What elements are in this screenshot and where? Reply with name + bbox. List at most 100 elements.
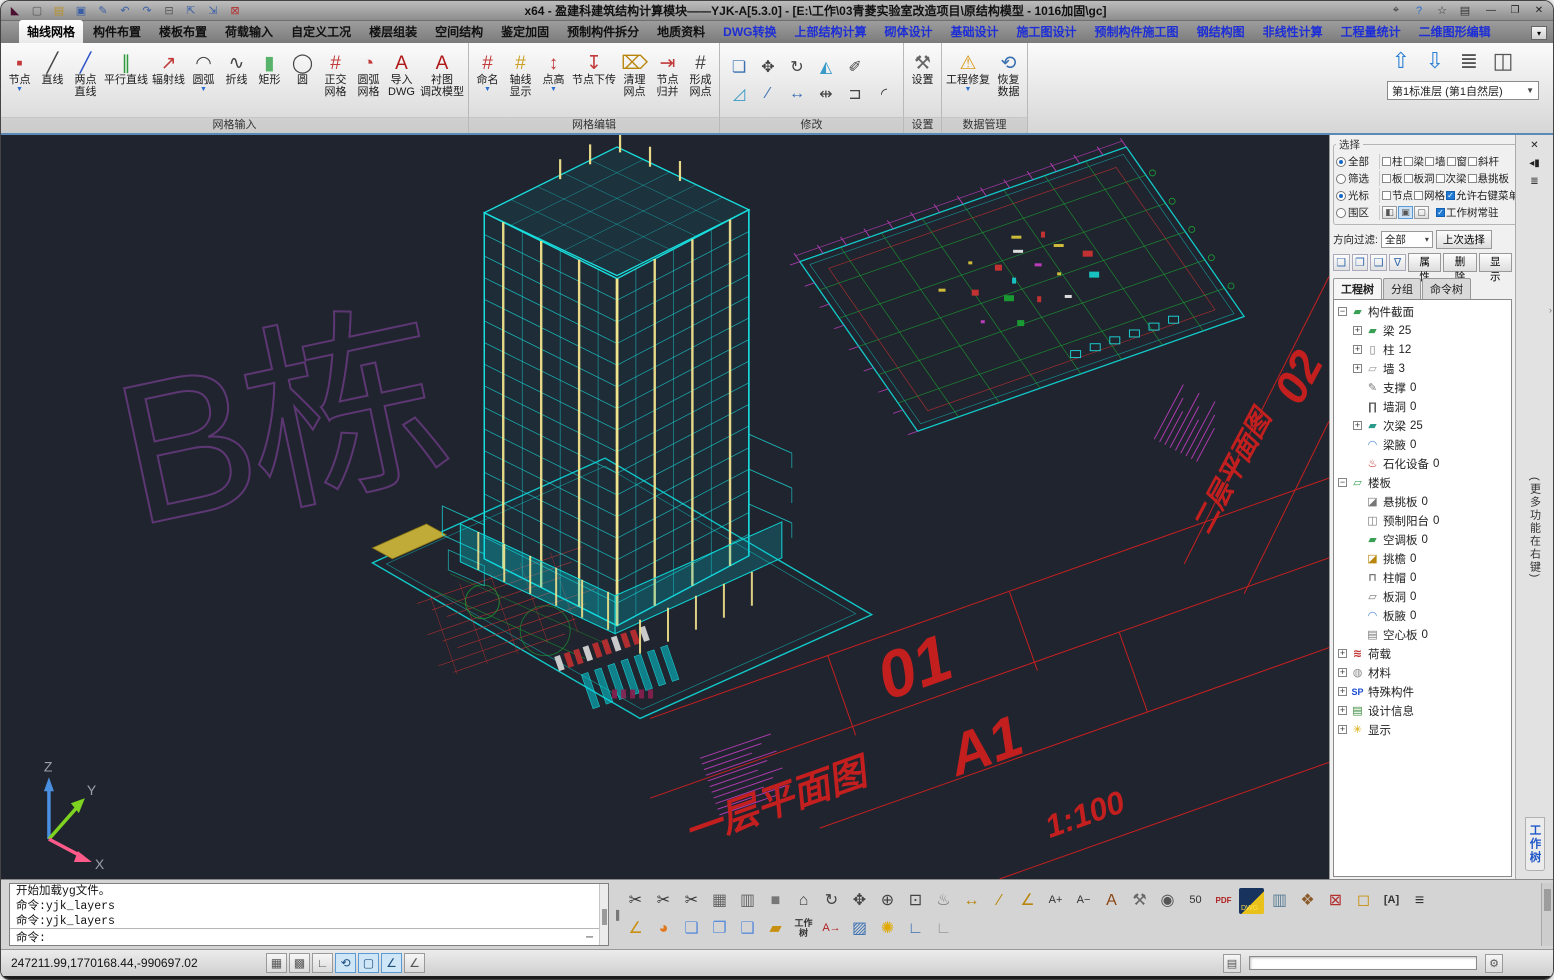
tree-item[interactable]: +▰梁25 (1334, 321, 1511, 340)
tree-item[interactable]: ▱板洞0 (1334, 587, 1511, 606)
checkbox-节点[interactable] (1382, 191, 1391, 200)
panel-button-属性[interactable]: 属性 (1408, 253, 1441, 272)
menu-tab[interactable]: 预制构件拆分 (559, 20, 647, 43)
help-icon[interactable]: ? (1411, 3, 1427, 18)
ribbon-button[interactable]: #正交 网格 (319, 44, 352, 117)
save-file-icon[interactable]: ▣ (73, 3, 89, 18)
command-scrollbar[interactable] (599, 884, 608, 945)
select-new-icon[interactable]: ❑ (1370, 254, 1387, 271)
home-view-icon[interactable]: ⌂ (791, 888, 816, 914)
tree-item[interactable]: −▱楼板 (1334, 473, 1511, 492)
doc-copy-new-icon[interactable]: ❏ (679, 916, 704, 942)
cut-day-icon[interactable]: ✂ (623, 888, 648, 914)
status-mini-button[interactable]: ▤ (1223, 954, 1241, 973)
ortho-toggle[interactable]: ∟ (312, 953, 333, 973)
ribbon-button[interactable]: #轴线 显示 (504, 44, 537, 117)
pan-icon[interactable]: ✥ (847, 888, 872, 914)
tree-item[interactable]: ▤空心板0 (1334, 625, 1511, 644)
axis-settings-icon[interactable]: ∟ (903, 916, 928, 942)
rotate-icon[interactable]: ↻ (784, 55, 810, 79)
ribbon-button[interactable]: ⚒设置 (906, 44, 939, 117)
menu-tab[interactable]: 空间结构 (427, 20, 491, 43)
print-icon[interactable]: ⊟ (161, 3, 177, 18)
measure-ruler-icon[interactable]: ∕ (987, 888, 1012, 914)
dim-50-icon[interactable]: 50 (1183, 888, 1208, 914)
tree-expand-icon[interactable]: + (1353, 421, 1362, 430)
zoom-extents-icon[interactable]: ⊕ (875, 888, 900, 914)
tree-item[interactable]: +≋荷载 (1334, 644, 1511, 663)
copy-icon[interactable]: ❏ (726, 55, 752, 79)
story-down-icon[interactable]: ⇩ (1421, 46, 1449, 76)
ribbon-button[interactable]: ◔圆弧 网格 (352, 44, 385, 117)
tool-wrench-icon[interactable]: ⚒ (1127, 888, 1152, 914)
selection-mode-button[interactable]: ▢ (1414, 206, 1429, 219)
ribbon-button[interactable]: #命名▼ (471, 44, 504, 117)
material-tiles-icon[interactable]: ❖ (1295, 888, 1320, 914)
radio-光标[interactable] (1336, 191, 1346, 201)
tree-expand-icon[interactable]: + (1338, 687, 1347, 696)
chevron-right-icon[interactable]: › (1549, 305, 1552, 315)
tree-item[interactable]: +▤设计信息 (1334, 701, 1511, 720)
display-list-icon[interactable]: ≡ (1407, 888, 1432, 914)
story-single-icon[interactable]: ◫ (1489, 46, 1517, 76)
tree-item[interactable]: +▰次梁25 (1334, 416, 1511, 435)
select-box-icon[interactable]: ❐ (1352, 254, 1369, 271)
toolbar-scrollbar[interactable] (1541, 883, 1553, 946)
export-image-icon[interactable]: ▨ (847, 916, 872, 942)
tree-expand-icon[interactable]: − (1338, 478, 1347, 487)
tree-item[interactable]: ◪悬挑板0 (1334, 492, 1511, 511)
menu-tab[interactable]: 非线性计算 (1255, 20, 1331, 43)
menu-tab[interactable]: 鉴定加固 (493, 20, 557, 43)
select-add-icon[interactable]: ❏ (1333, 254, 1350, 271)
open-file-icon[interactable]: ▤ (51, 3, 67, 18)
close-doc-icon[interactable]: ⊠ (227, 3, 243, 18)
redo-icon[interactable]: ↷ (139, 3, 155, 18)
tree-item[interactable]: ◪挑檐0 (1334, 549, 1511, 568)
direction-filter-select[interactable]: 全部 ▾ (1381, 231, 1433, 248)
doc-copy-all-icon[interactable]: ❑ (735, 916, 760, 942)
ribbon-button[interactable]: ◯圆 (286, 44, 319, 117)
tree-item[interactable]: ◠梁腋0 (1334, 435, 1511, 454)
ribbon-button[interactable]: ⌦清理 网点 (618, 44, 651, 117)
angle-track-toggle[interactable]: ∠ (404, 953, 425, 973)
ribbon-button[interactable]: ◠圆弧▼ (187, 44, 220, 117)
ribbon-button[interactable]: ↧节点下传 (570, 44, 618, 117)
tree-item[interactable]: +▱墙3 (1334, 359, 1511, 378)
menu-icon[interactable]: ≣ (1527, 174, 1543, 189)
panel-tab[interactable]: 工程树 (1333, 278, 1382, 299)
tree-item[interactable]: −▰构件截面 (1334, 302, 1511, 321)
ribbon-button[interactable]: ∥平行直线 (102, 44, 150, 117)
tree-expand-icon[interactable]: + (1353, 345, 1362, 354)
filter-funnel-icon[interactable]: ∇ (1389, 254, 1406, 271)
drawing-canvas[interactable]: B栋 01 A1 一层平面图 1:100 02 二层平面图 (1, 135, 1329, 879)
extend-icon[interactable]: ↔ (784, 82, 810, 106)
dock-icon[interactable]: ◂▮ (1527, 156, 1543, 171)
tree-expand-icon[interactable]: − (1338, 307, 1347, 316)
export-dwg-icon[interactable]: DWG (1239, 888, 1264, 914)
ribbon-button[interactable]: ▪节点▼ (3, 44, 36, 117)
checkbox-板洞[interactable] (1404, 174, 1413, 183)
menu-tab[interactable]: 施工图设计 (1009, 20, 1085, 43)
zoom-out-text-icon[interactable]: A− (1071, 888, 1096, 914)
selection-mode-button[interactable]: ◧ (1382, 206, 1397, 219)
ribbon-button[interactable]: ⇥节点 归并 (651, 44, 684, 117)
checkbox-工作树常驻[interactable] (1436, 208, 1445, 217)
checkbox-悬挑板[interactable] (1468, 174, 1477, 183)
ribbon-button[interactable]: #形成 网点 (684, 44, 717, 117)
tree-item[interactable]: +◍材料 (1334, 663, 1511, 682)
section-bend-icon[interactable]: ∠ (623, 916, 648, 942)
ribbon-overflow-button[interactable]: ▾ (1531, 26, 1547, 40)
trim-icon[interactable]: ∕ (755, 82, 781, 106)
close-button[interactable]: ✕ (1531, 4, 1547, 18)
move-icon[interactable]: ✥ (755, 55, 781, 79)
view-wireframe-icon[interactable]: ▦ (707, 888, 732, 914)
feedback-icon[interactable]: ⌖ (1388, 3, 1404, 18)
restore-button[interactable]: ❐ (1507, 4, 1523, 18)
tree-expand-icon[interactable]: + (1338, 725, 1347, 734)
polar-toggle[interactable]: ⟲ (335, 953, 356, 973)
checkbox-墙[interactable] (1425, 157, 1434, 166)
tree-expand-icon[interactable]: + (1338, 668, 1347, 677)
notes-icon[interactable]: ▤ (1457, 3, 1473, 18)
ribbon-button[interactable]: ↗辐射线 (150, 44, 187, 117)
ribbon-button[interactable]: ⚠工程修复▼ (944, 44, 992, 117)
